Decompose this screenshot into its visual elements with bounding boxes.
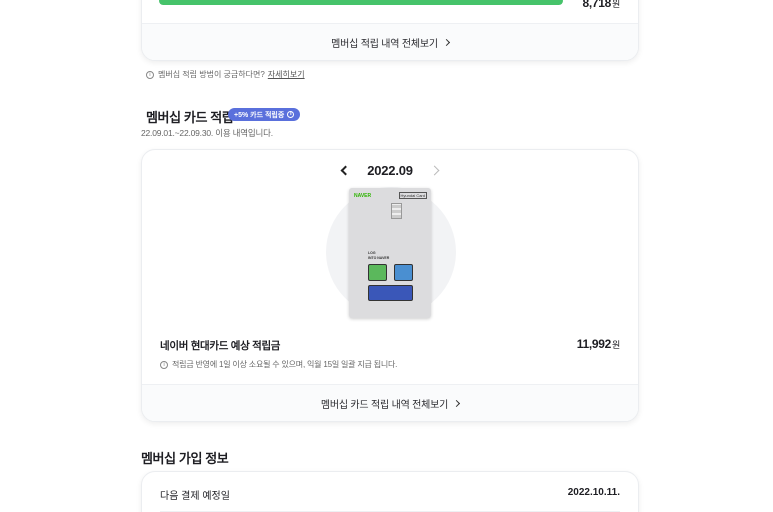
badge-info-icon: i [287,111,295,118]
info-icon: i [146,70,154,79]
join-section-title: 멤버십 가입 정보 [141,451,229,466]
card-rewards-panel: 2022.09 NAVER Hyundai Card LOG INTO NAVE… [141,149,639,422]
badge-label: +5% 카드 적립중 [234,111,285,119]
membership-info-line: i 멤버십 적립 방법이 궁금하다면? 자세히보기 [146,69,305,80]
points-history-label: 멤버십 적립 내역 전체보기 [331,38,438,50]
points-history-link[interactable]: 멤버십 적립 내역 전체보기 [142,23,638,60]
next-payment-row: 다음 결제 예정일 2022.10.11. [160,487,620,502]
points-progress-bar [159,0,563,5]
next-month-icon[interactable] [429,165,440,176]
card-section-period: 22.09.01.~22.09.30. 이용 내역입니다. [141,128,273,138]
estimate-label: 네이버 현대카드 예상 적립금 [160,340,281,352]
card-reward-badge[interactable]: +5% 카드 적립중 i [228,108,301,121]
month-selector: 2022.09 [142,163,638,178]
card-brand: NAVER [354,193,372,199]
navy-key-icon [368,285,413,301]
points-amount: 8,718원 [582,0,620,10]
card-issuer-tag: Hyundai Card [398,192,427,199]
card-history-label: 멤버십 카드 적립 내역 전체보기 [320,399,449,411]
card-history-link[interactable]: 멤버십 카드 적립 내역 전체보기 [142,384,638,421]
next-payment-date: 2022.10.11. [567,487,620,498]
points-progress-fill [159,0,563,5]
estimate-amount: 11,992원 [576,337,621,351]
card-section-title: 멤버십 카드 적립 [146,110,234,125]
prev-month-icon[interactable] [340,165,351,176]
info-question: 멤버십 적립 방법이 궁금하다면? [158,70,265,79]
current-month: 2022.09 [367,163,413,178]
details-link[interactable]: 자세히보기 [268,69,305,80]
chevron-right-icon [442,38,450,46]
green-key-icon [368,264,387,281]
blue-key-icon [394,264,413,281]
join-info-card: 다음 결제 예정일 2022.10.11. [141,471,639,512]
next-payment-label: 다음 결제 예정일 [160,491,230,502]
info-icon: i [160,360,168,369]
naver-hyundai-card-image: NAVER Hyundai Card LOG INTO NAVER [349,188,431,318]
card-chip-icon [391,203,402,219]
chevron-right-icon [453,399,461,407]
points-summary-card: 8,718원 멤버십 적립 내역 전체보기 [141,0,639,61]
card-slogan: LOG INTO NAVER [368,251,390,260]
estimate-note: i 적립금 반영에 1일 이상 소요될 수 있으며, 익월 15일 일괄 지급 … [160,359,397,370]
